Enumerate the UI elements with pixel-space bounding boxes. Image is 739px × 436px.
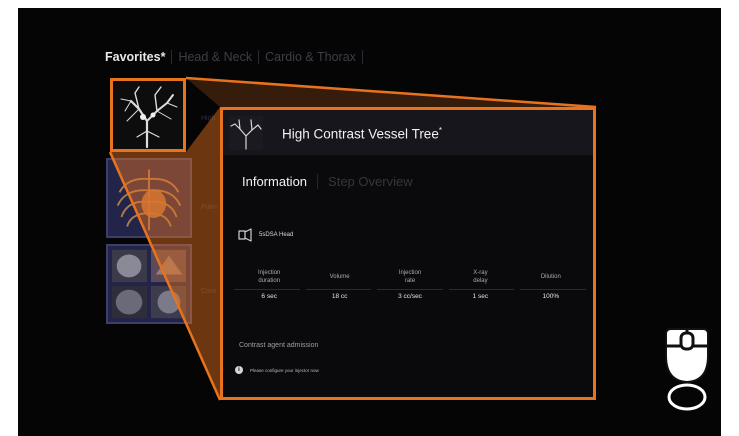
injector-message: i Please configure your injector now: [235, 366, 319, 374]
contrast-agent-label: Contrast agent admission: [239, 342, 319, 349]
tab-step-overview[interactable]: Step Overview: [328, 174, 413, 189]
param-value: 3 cc/sec: [398, 293, 422, 300]
tab-favorites[interactable]: Favorites*: [105, 50, 171, 64]
param-header: Injection duration: [258, 270, 281, 284]
vessel-tree-image: [229, 116, 263, 150]
protocol-name: High: [201, 115, 216, 122]
parameter-divider: [234, 289, 586, 290]
protocol-row: 5sDSA Head: [237, 227, 293, 243]
tab-divider: [361, 50, 363, 64]
detail-title: High Contrast Vessel Tree*: [282, 126, 442, 142]
category-tabs: Favorites* Head & Neck Cardio & Thorax: [105, 50, 363, 64]
protocol-detail-panel: High Contrast Vessel Tree* Information S…: [220, 107, 596, 400]
injection-parameters: Injection duration Volume Injection rate…: [234, 266, 586, 300]
info-icon: i: [235, 366, 243, 374]
param-value: 18 cc: [331, 293, 348, 300]
protocol-name: Pulm: [201, 204, 217, 211]
protocol-thumbnail-multiview[interactable]: [106, 244, 192, 324]
head-protocol-icon: [238, 228, 252, 242]
param-header: X-ray delay: [473, 270, 488, 284]
tab-cardio-thorax[interactable]: Cardio & Thorax: [259, 50, 362, 64]
param-value: 100%: [542, 293, 560, 300]
protocol-name: Coro: [201, 288, 217, 295]
mouse-scroll-icon: [665, 328, 709, 411]
protocol-thumbnail-vessel-tree[interactable]: [110, 78, 186, 152]
injector-message-text: Please configure your injector now: [250, 367, 319, 373]
param-value: 6 sec: [261, 293, 277, 300]
vessel-tree-image: [113, 81, 183, 149]
tab-divider: [317, 174, 319, 189]
param-value: 1 sec: [472, 293, 489, 300]
parameter-values: 6 sec 18 cc 3 cc/sec 1 sec 100%: [234, 293, 586, 300]
detail-header: High Contrast Vessel Tree*: [223, 110, 593, 155]
tab-head-neck[interactable]: Head & Neck: [172, 50, 258, 64]
modified-marker: *: [438, 126, 442, 135]
param-header: Volume: [329, 274, 350, 280]
app-screen: Favorites* Head & Neck Cardio & Thorax H…: [18, 8, 721, 436]
chest-volume-image: [108, 160, 190, 236]
multiview-image: [108, 246, 190, 322]
param-header: Injection rate: [398, 270, 422, 284]
detail-title-text: High Contrast Vessel Tree: [282, 126, 439, 142]
protocol-thumbnail-chest[interactable]: [106, 158, 192, 238]
tab-information[interactable]: Information: [242, 174, 307, 189]
param-header: Dilution: [540, 274, 561, 280]
parameter-headers: Injection duration Volume Injection rate…: [234, 266, 586, 288]
detail-tabs: Information Step Overview: [242, 174, 413, 189]
detail-thumbnail: [229, 116, 263, 150]
protocol-label: 5sDSA Head: [259, 232, 294, 238]
